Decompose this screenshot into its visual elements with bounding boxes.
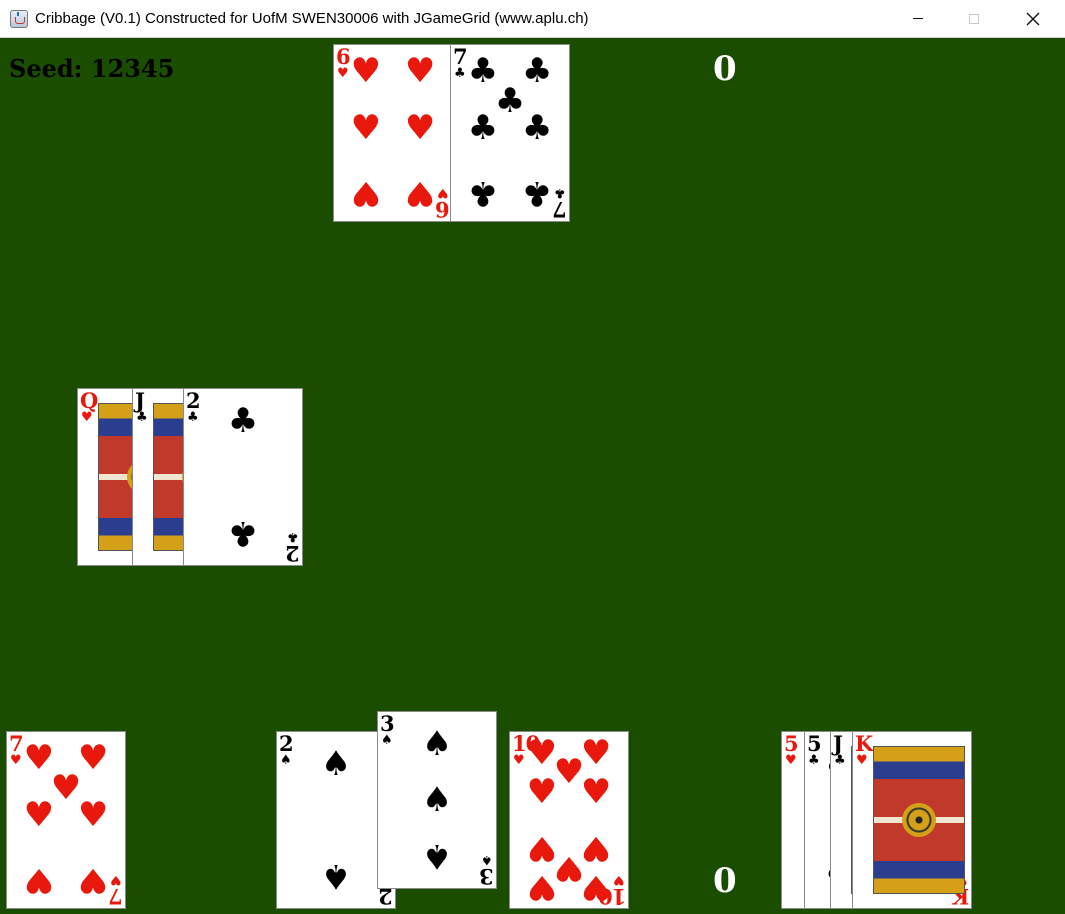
card-suit-icon: ♣ — [187, 410, 199, 425]
card-rank: 7 — [453, 44, 468, 69]
card-suit-icon: ♥ — [337, 66, 349, 81]
card-pip-icon: ♣ — [227, 513, 259, 554]
card-pip-icon: ♣ — [227, 400, 259, 441]
card-suit-icon: ♣ — [454, 66, 466, 81]
card-suit-bottom-icon: ♣ — [554, 185, 566, 200]
card-pip-icon: ♥ — [77, 794, 109, 835]
card-suit-bottom-icon: ♣ — [287, 529, 299, 544]
card-pip-icon: ♥ — [404, 107, 436, 148]
card-pip-icon: ♣ — [521, 107, 553, 148]
close-button[interactable] — [1010, 0, 1056, 37]
card-rank-bottom: 3 — [480, 864, 494, 889]
card-suit-bottom-icon: ♥ — [613, 872, 625, 887]
card-pip-icon: ♥ — [23, 794, 55, 835]
card-suit-icon: ♠ — [381, 733, 393, 748]
card-bottom-middle-1[interactable]: 3 ♠ 3 ♠ ♠ ♠ ♠ — [377, 711, 497, 889]
card-suit-icon: ♥ — [81, 410, 93, 425]
card-pip-icon: ♥ — [580, 866, 612, 907]
card-rank: K — [855, 731, 873, 756]
card-suit-bottom-icon: ♠ — [481, 852, 493, 867]
card-suit-icon: ♣ — [834, 753, 846, 768]
card-pip-icon: ♥ — [350, 51, 382, 92]
card-pip-icon: ♣ — [521, 51, 553, 92]
card-pip-icon: ♣ — [521, 172, 553, 213]
card-pip-icon: ♥ — [553, 752, 585, 793]
card-suit-bottom-icon: ♥ — [110, 872, 122, 887]
card-pip-icon: ♥ — [350, 172, 382, 213]
card-pip-icon: ♥ — [23, 859, 55, 900]
minimize-button[interactable] — [895, 0, 941, 37]
card-pip-icon: ♥ — [526, 771, 558, 812]
seed-label: Seed: 12345 — [9, 54, 175, 83]
card-suit-icon: ♥ — [856, 753, 868, 768]
card-rank: 3 — [380, 711, 395, 736]
minimize-icon — [913, 18, 923, 19]
card-pip-icon: ♣ — [467, 172, 499, 213]
card-top-0[interactable]: 6 ♥ 6 ♥ ♥ ♥ ♥ ♥ ♥ ♥ — [333, 44, 453, 222]
card-rank: 2 — [279, 731, 294, 756]
card-suit-icon: ♥ — [785, 753, 797, 768]
card-rank: 7 — [9, 731, 24, 756]
card-rank-bottom: 2 — [379, 884, 393, 909]
window-titlebar: Cribbage (V0.1) Constructed for UofM SWE… — [0, 0, 1065, 38]
score-bottom: 0 — [713, 861, 737, 901]
court-card-figure-icon — [873, 746, 965, 894]
card-rank: 5 — [807, 731, 822, 756]
card-suit-icon: ♠ — [280, 753, 292, 768]
card-rank-bottom: 7 — [553, 197, 567, 222]
card-pip-icon: ♥ — [77, 859, 109, 900]
card-pip-icon: ♥ — [526, 828, 558, 869]
card-top-1[interactable]: 7 ♣ 7 ♣ ♣ ♣ ♣ ♣ ♣ ♣ ♣ — [450, 44, 570, 222]
card-pip-icon: ♠ — [421, 723, 453, 764]
card-pip-icon: ♥ — [77, 738, 109, 779]
card-pip-icon: ♠ — [320, 856, 352, 897]
card-rank: J — [833, 731, 843, 756]
card-pip-icon: ♠ — [421, 780, 453, 820]
card-rank: 5 — [784, 731, 799, 756]
card-pip-icon: ♥ — [404, 172, 436, 213]
card-rank-bottom: 2 — [286, 541, 300, 566]
card-pip-icon: ♥ — [580, 733, 612, 774]
card-suit-icon: ♥ — [10, 753, 22, 768]
card-rank: 2 — [186, 388, 201, 413]
card-bottom-right-3[interactable]: K♥K♥ — [852, 731, 972, 909]
card-bottom-ten-0[interactable]: 10 ♥ 10 ♥ ♥ ♥ ♥ ♥ ♥ ♥ ♥ ♥ ♥ ♥ — [509, 731, 629, 909]
card-pip-icon: ♠ — [320, 743, 352, 784]
java-cup-icon — [10, 10, 28, 28]
card-pip-icon: ♠ — [421, 836, 453, 877]
card-suit-icon: ♥ — [513, 753, 525, 768]
card-pip-icon: ♥ — [350, 107, 382, 148]
card-pip-icon: ♥ — [526, 866, 558, 907]
card-rank-bottom: 7 — [109, 884, 123, 909]
maximize-button[interactable] — [951, 0, 997, 37]
card-suit-bottom-icon: ♥ — [437, 185, 449, 200]
close-icon — [1026, 12, 1040, 25]
card-suit-icon: ♣ — [808, 753, 820, 768]
card-pip-icon: ♥ — [553, 847, 585, 888]
card-bottom-single-0[interactable]: 7 ♥ 7 ♥ ♥ ♥ ♥ ♥ ♥ ♥ ♥ — [6, 731, 126, 909]
card-pip-icon: ♥ — [23, 738, 55, 779]
card-rank: J — [135, 388, 145, 413]
card-pip-icon: ♥ — [580, 771, 612, 812]
card-pip-icon: ♥ — [526, 733, 558, 774]
card-pip-icon: ♥ — [50, 768, 82, 809]
window-title: Cribbage (V0.1) Constructed for UofM SWE… — [35, 10, 589, 27]
card-suit-icon: ♣ — [136, 410, 148, 425]
score-top: 0 — [713, 49, 737, 89]
card-pip-icon: ♣ — [467, 51, 499, 92]
card-pip-icon: ♣ — [494, 81, 526, 122]
card-rank: 6 — [336, 44, 351, 69]
card-pip-icon: ♥ — [580, 828, 612, 869]
maximize-icon — [969, 13, 979, 24]
court-emblem-icon — [902, 803, 936, 837]
card-pip-icon: ♣ — [467, 107, 499, 148]
card-pile-2[interactable]: 2 ♣ 2 ♣ ♣ ♣ — [183, 388, 303, 566]
card-rank: Q — [80, 388, 98, 413]
card-pip-icon: ♥ — [404, 51, 436, 92]
card-rank-bottom: 6 — [436, 197, 450, 222]
